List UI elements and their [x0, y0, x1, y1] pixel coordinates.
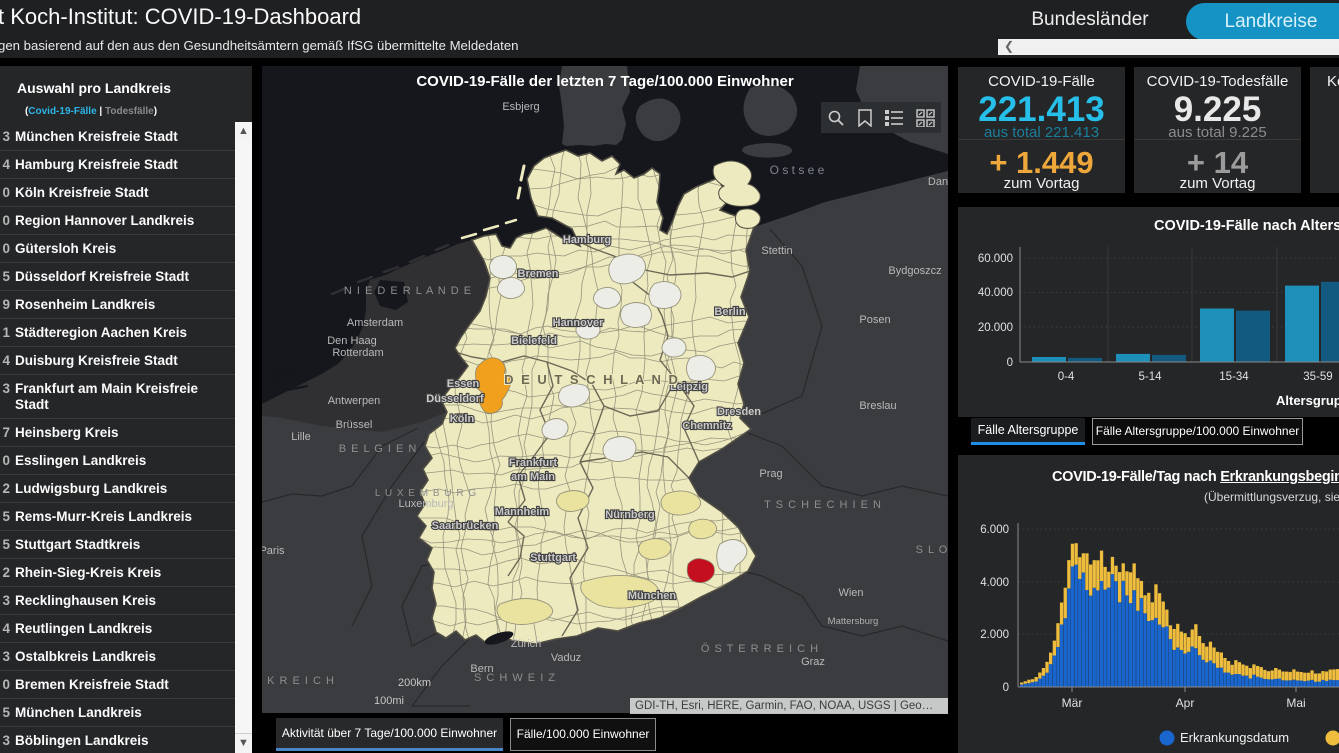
svg-text:Köln: Köln	[450, 413, 475, 425]
svg-text:Zürich: Zürich	[511, 638, 542, 650]
svg-text:Den Haag: Den Haag	[327, 335, 377, 347]
svg-text:D E U T S C H L A N D: D E U T S C H L A N D	[504, 372, 680, 387]
svg-text:Mai: Mai	[1286, 696, 1305, 710]
svg-text:20.000: 20.000	[978, 322, 1013, 334]
svg-text:Posen: Posen	[859, 314, 890, 326]
svg-text:60.000: 60.000	[978, 253, 1013, 265]
svg-text:Essen: Essen	[447, 378, 480, 390]
svg-text:Mattersburg: Mattersburg	[828, 616, 879, 627]
svg-text:Saarbrücken: Saarbrücken	[432, 520, 499, 532]
svg-text:Hamburg: Hamburg	[563, 234, 611, 246]
svg-text:Bielefeld: Bielefeld	[511, 335, 557, 347]
svg-text:0-4: 0-4	[1058, 371, 1075, 383]
svg-text:Bremen: Bremen	[518, 268, 559, 280]
svg-text:4.000: 4.000	[980, 577, 1009, 589]
svg-text:2.000: 2.000	[980, 629, 1009, 641]
svg-text:Stuttgart: Stuttgart	[530, 552, 576, 564]
svg-text:Altersgruppe: Altersgruppe	[1276, 393, 1339, 408]
svg-text:Lille: Lille	[291, 431, 311, 443]
svg-text:Bydgoszcz: Bydgoszcz	[888, 265, 941, 277]
svg-text:Antwerpen: Antwerpen	[328, 395, 381, 407]
svg-text:Brüssel: Brüssel	[336, 419, 373, 431]
svg-text:Chemnitz: Chemnitz	[682, 420, 732, 432]
svg-text:0: 0	[1007, 357, 1013, 369]
svg-text:Apr: Apr	[1176, 696, 1195, 710]
svg-text:Amsterdam: Amsterdam	[347, 317, 403, 329]
svg-text:35-59: 35-59	[1303, 371, 1332, 383]
svg-text:0: 0	[1003, 682, 1009, 694]
svg-text:Breslau: Breslau	[859, 400, 896, 412]
svg-text:S C H W E I Z: S C H W E I Z	[474, 672, 556, 684]
svg-text:O s t s e e: O s t s e e	[770, 163, 825, 177]
svg-text:Paris: Paris	[262, 545, 285, 557]
svg-text:Erkrankungsdatum: Erkrankungsdatum	[1180, 730, 1289, 745]
svg-text:K R E I C H: K R E I C H	[267, 675, 335, 687]
svg-text:N I E D E R L A N D E: N I E D E R L A N D E	[344, 285, 472, 297]
svg-text:15-34: 15-34	[1219, 371, 1249, 383]
svg-text:Graz: Graz	[801, 656, 825, 668]
svg-text:Düsseldorf: Düsseldorf	[426, 393, 484, 405]
svg-text:Esbjerg: Esbjerg	[502, 101, 539, 113]
svg-text:6.000: 6.000	[980, 524, 1009, 536]
svg-text:B E L G I E N: B E L G I E N	[339, 443, 418, 455]
svg-text:Prag: Prag	[759, 468, 782, 480]
svg-text:Wien: Wien	[838, 587, 863, 599]
svg-text:Frankfurt: Frankfurt	[509, 457, 558, 469]
svg-text:Rotterdam: Rotterdam	[332, 347, 383, 359]
svg-text:Luxemburg: Luxemburg	[398, 498, 453, 510]
svg-text:40.000: 40.000	[978, 287, 1013, 299]
svg-text:Dan: Dan	[928, 176, 948, 188]
svg-text:Dresden: Dresden	[717, 406, 761, 418]
svg-text:München: München	[628, 590, 677, 602]
svg-text:Berlin: Berlin	[714, 306, 745, 318]
svg-text:Hannover: Hannover	[553, 317, 604, 329]
svg-text:Mär: Mär	[1062, 696, 1083, 710]
svg-text:Ö S T E R R E I C H: Ö S T E R R E I C H	[701, 643, 819, 655]
svg-text:Mannheim: Mannheim	[495, 506, 550, 518]
svg-text:Vaduz: Vaduz	[551, 652, 581, 664]
svg-text:T S C H E C H I E N: T S C H E C H I E N	[764, 499, 882, 511]
svg-text:Stettin: Stettin	[761, 245, 792, 257]
svg-text:am Main: am Main	[511, 471, 555, 483]
svg-text:S L O: S L O	[916, 544, 948, 556]
svg-text:5-14: 5-14	[1138, 371, 1162, 383]
svg-text:Nürnberg: Nürnberg	[605, 509, 655, 521]
